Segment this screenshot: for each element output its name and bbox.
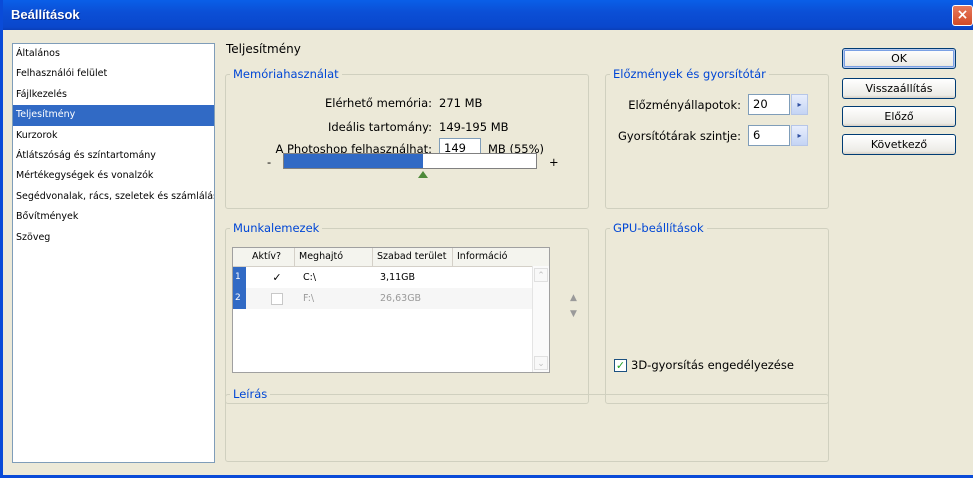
scratch-disks-group: Munkalemezek Aktív? Meghajtó Szabad terü…: [225, 221, 589, 404]
row-drive: C:\: [303, 272, 317, 283]
row-drive: F:\: [303, 293, 315, 304]
sidebar-item-guides[interactable]: Segédvonalak, rács, szeletek és számlálá…: [13, 187, 214, 207]
memory-slider-fill: [284, 154, 423, 168]
chevron-up-icon: ⌃: [537, 271, 545, 281]
sidebar-item-performance[interactable]: Teljesítmény: [13, 105, 214, 126]
sidebar-item-general[interactable]: Általános: [13, 44, 214, 64]
row-free-space: 26,63GB: [380, 293, 422, 304]
sidebar-item-cursors[interactable]: Kurzorok: [13, 126, 214, 146]
row-active-checkbox[interactable]: ✓: [271, 272, 283, 284]
history-states-label: Előzményállapotok:: [628, 98, 741, 112]
sidebar-item-type[interactable]: Szöveg: [13, 228, 214, 248]
row-free-space: 3,11GB: [380, 272, 416, 283]
move-up-arrow-icon[interactable]: ▲: [570, 293, 577, 303]
scratch-group-title: Munkalemezek: [230, 221, 323, 235]
scratch-disk-table: Aktív? Meghajtó Szabad terület Informáci…: [232, 247, 550, 373]
row-active-checkbox[interactable]: [271, 293, 283, 305]
ideal-range-label: Ideális tartomány:: [327, 120, 432, 134]
row-number: 1: [233, 267, 246, 288]
chevron-right-icon: ▸: [797, 100, 802, 109]
cache-levels-input[interactable]: 6: [748, 125, 790, 146]
memory-slider-thumb[interactable]: [417, 171, 428, 178]
check-icon: ✓: [615, 359, 626, 372]
page-title: Teljesítmény: [226, 42, 301, 56]
description-group-title: Leírás: [230, 387, 271, 401]
row-number: 2: [233, 288, 246, 309]
close-icon: ×: [956, 7, 969, 23]
history-states-spin[interactable]: ▸: [791, 94, 808, 115]
table-scrollbar[interactable]: ⌃ ⌄: [532, 266, 549, 372]
gpu-accel-checkbox[interactable]: ✓: [614, 359, 627, 372]
sidebar-item-interface[interactable]: Felhasználói felület: [13, 64, 214, 84]
table-row[interactable]: 1 ✓ C:\ 3,11GB: [233, 267, 549, 288]
col-header-info[interactable]: Információ: [453, 248, 533, 266]
sidebar-item-units[interactable]: Mértékegységek és vonalzók: [13, 166, 214, 186]
sidebar-item-transparency[interactable]: Átlátszóság és színtartomány: [13, 146, 214, 166]
reset-button[interactable]: Visszaállítás: [842, 78, 956, 99]
dialog-content: Általános Felhasználói felület Fájlkezel…: [6, 30, 973, 475]
title-bar[interactable]: Beállítások ×: [3, 0, 973, 30]
cache-levels-spin[interactable]: ▸: [791, 125, 808, 146]
chevron-right-icon: ▸: [797, 131, 802, 140]
history-cache-group: Előzmények és gyorsítótár Előzményállapo…: [605, 67, 829, 209]
category-list: Általános Felhasználói felület Fájlkezel…: [12, 43, 215, 463]
preferences-window: Beállítások × Általános Felhasználói fel…: [0, 0, 973, 478]
available-memory-value: 271 MB: [439, 96, 483, 110]
scroll-up-button[interactable]: ⌃: [534, 268, 548, 282]
description-group: Leírás: [225, 387, 829, 462]
gpu-accel-label: 3D-gyorsítás engedélyezése: [631, 358, 794, 372]
sidebar-item-plugins[interactable]: Bővítmények: [13, 207, 214, 227]
memory-usage-group: Memóriahasználat Elérhető memória: 271 M…: [225, 67, 589, 209]
sidebar-item-file-handling[interactable]: Fájlkezelés: [13, 85, 214, 105]
check-icon: ✓: [272, 271, 282, 284]
move-down-arrow-icon[interactable]: ▼: [570, 309, 577, 319]
ok-button[interactable]: OK: [842, 48, 956, 69]
slider-plus-label: +: [549, 155, 559, 169]
table-row[interactable]: 2 F:\ 26,63GB: [233, 288, 549, 309]
scroll-down-button[interactable]: ⌄: [534, 356, 548, 370]
col-header-drive[interactable]: Meghajtó: [295, 248, 373, 266]
close-button[interactable]: ×: [952, 5, 973, 26]
history-group-title: Előzmények és gyorsítótár: [610, 67, 769, 81]
slider-minus-label: -: [267, 155, 272, 169]
col-header-active[interactable]: Aktív?: [248, 248, 295, 266]
table-header: Aktív? Meghajtó Szabad terület Informáci…: [233, 248, 549, 267]
window-title: Beállítások: [11, 7, 80, 22]
chevron-down-icon: ⌄: [537, 359, 545, 369]
col-header-free-space[interactable]: Szabad terület: [373, 248, 453, 266]
memory-slider[interactable]: [283, 153, 537, 169]
history-states-input[interactable]: 20: [748, 94, 790, 115]
available-memory-label: Elérhető memória:: [325, 96, 432, 110]
memory-group-title: Memóriahasználat: [230, 67, 342, 81]
next-button[interactable]: Következő: [842, 134, 956, 155]
cache-levels-label: Gyorsítótárak szintje:: [617, 129, 741, 143]
ideal-range-value: 149-195 MB: [439, 120, 509, 134]
previous-button[interactable]: Előző: [842, 106, 956, 127]
gpu-settings-group: GPU-beállítások ✓ 3D-gyorsítás engedélye…: [605, 221, 829, 404]
gpu-group-title: GPU-beállítások: [610, 221, 707, 235]
